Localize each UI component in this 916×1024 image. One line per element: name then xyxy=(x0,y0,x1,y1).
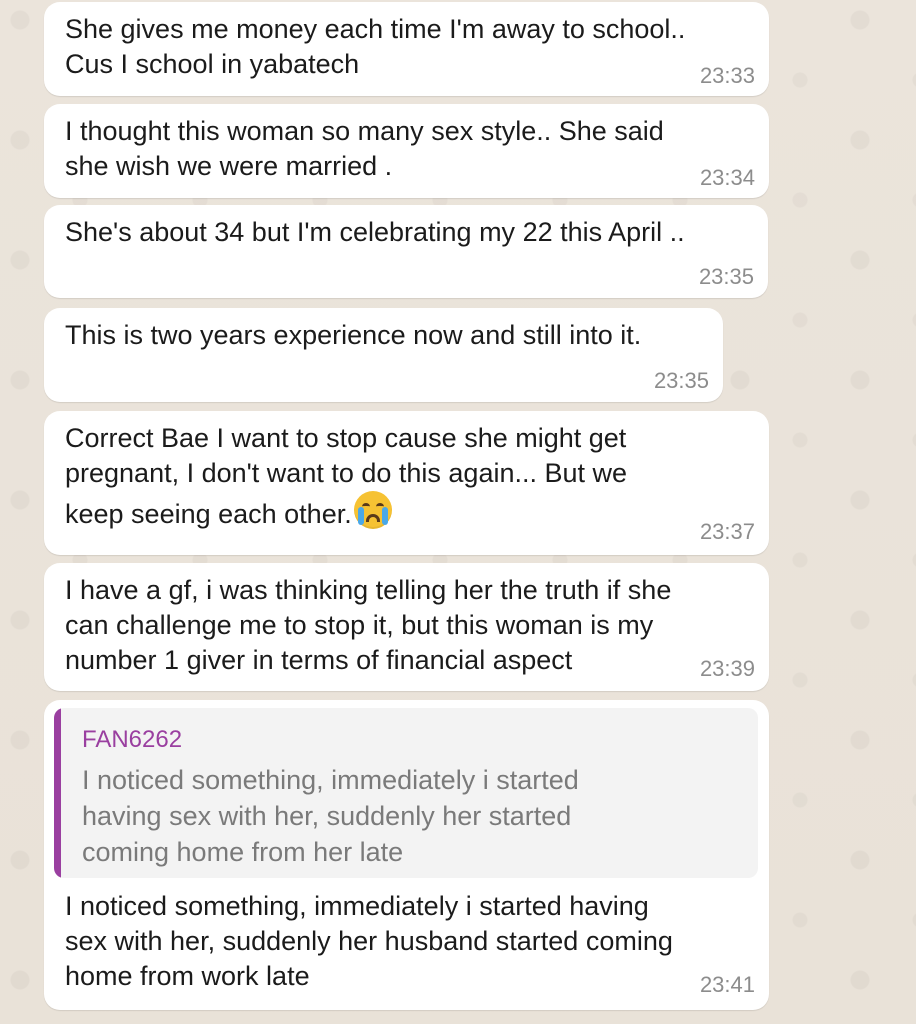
loudly-crying-face-icon xyxy=(353,491,392,529)
message-time: 23:34 xyxy=(699,165,755,190)
message-bubble[interactable]: I have a gf, i was thinking telling her … xyxy=(44,563,769,691)
message-bubble[interactable]: She's about 34 but I'm celebrating my 22… xyxy=(44,205,768,298)
message-text: I have a gf, i was thinking telling her … xyxy=(65,575,672,675)
message-text: She gives me money each time I'm away to… xyxy=(65,14,686,79)
message-time: 23:41 xyxy=(699,972,755,997)
message-text: Correct Bae I want to stop cause she mig… xyxy=(65,421,627,532)
message-time: 23:35 xyxy=(698,264,754,289)
message-time: 23:37 xyxy=(699,519,755,544)
message-text-content: Correct Bae I want to stop cause she mig… xyxy=(65,423,628,529)
quoted-message[interactable]: FAN6262 I noticed something, immediately… xyxy=(54,708,758,878)
chat-conversation[interactable]: She gives me money each time I'm away to… xyxy=(0,0,916,1024)
message-text: I noticed something, immediately i start… xyxy=(65,891,673,991)
message-time: 23:35 xyxy=(653,368,709,393)
message-time: 23:33 xyxy=(699,63,755,88)
message-text: She's about 34 but I'm celebrating my 22… xyxy=(65,217,685,247)
message-bubble[interactable]: She gives me money each time I'm away to… xyxy=(44,2,769,96)
message-bubble[interactable]: Correct Bae I want to stop cause she mig… xyxy=(44,411,769,555)
reply-message-bubble[interactable]: FAN6262 I noticed something, immediately… xyxy=(44,700,769,1010)
message-text: This is two years experience now and sti… xyxy=(65,320,642,350)
quoted-text: I noticed something, immediately i start… xyxy=(82,765,579,867)
message-time: 23:39 xyxy=(699,656,755,681)
quote-accent-bar xyxy=(54,708,61,878)
message-bubble[interactable]: This is two years experience now and sti… xyxy=(44,308,723,402)
message-text: I thought this woman so many sex style..… xyxy=(65,116,664,181)
message-bubble[interactable]: I thought this woman so many sex style..… xyxy=(44,104,769,198)
quoted-author: FAN6262 xyxy=(82,726,183,753)
